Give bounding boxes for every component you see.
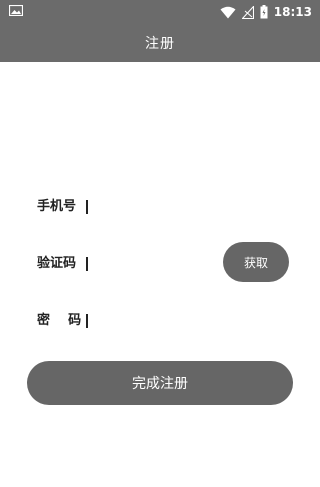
image-icon [9, 5, 23, 16]
get-code-button[interactable]: 获取 [223, 242, 289, 282]
page-title: 注册 [145, 36, 175, 52]
password-input[interactable] [86, 307, 290, 337]
password-label: 密 码 [37, 313, 82, 328]
password-row: 密 码 [0, 307, 320, 337]
submit-button[interactable]: 完成注册 [27, 361, 293, 405]
wifi-icon [220, 6, 236, 18]
app-bar: 注册 [0, 24, 320, 62]
phone-input[interactable] [86, 193, 290, 223]
code-label: 验证码 [37, 256, 77, 271]
phone-label: 手机号 [37, 199, 77, 214]
battery-icon [260, 5, 268, 19]
status-bar: 18:13 [0, 0, 320, 24]
signal-icon [241, 5, 254, 19]
status-icons: 18:13 [220, 3, 312, 21]
phone-row: 手机号 [0, 193, 320, 223]
code-input[interactable] [86, 250, 220, 280]
status-time: 18:13 [273, 5, 312, 19]
